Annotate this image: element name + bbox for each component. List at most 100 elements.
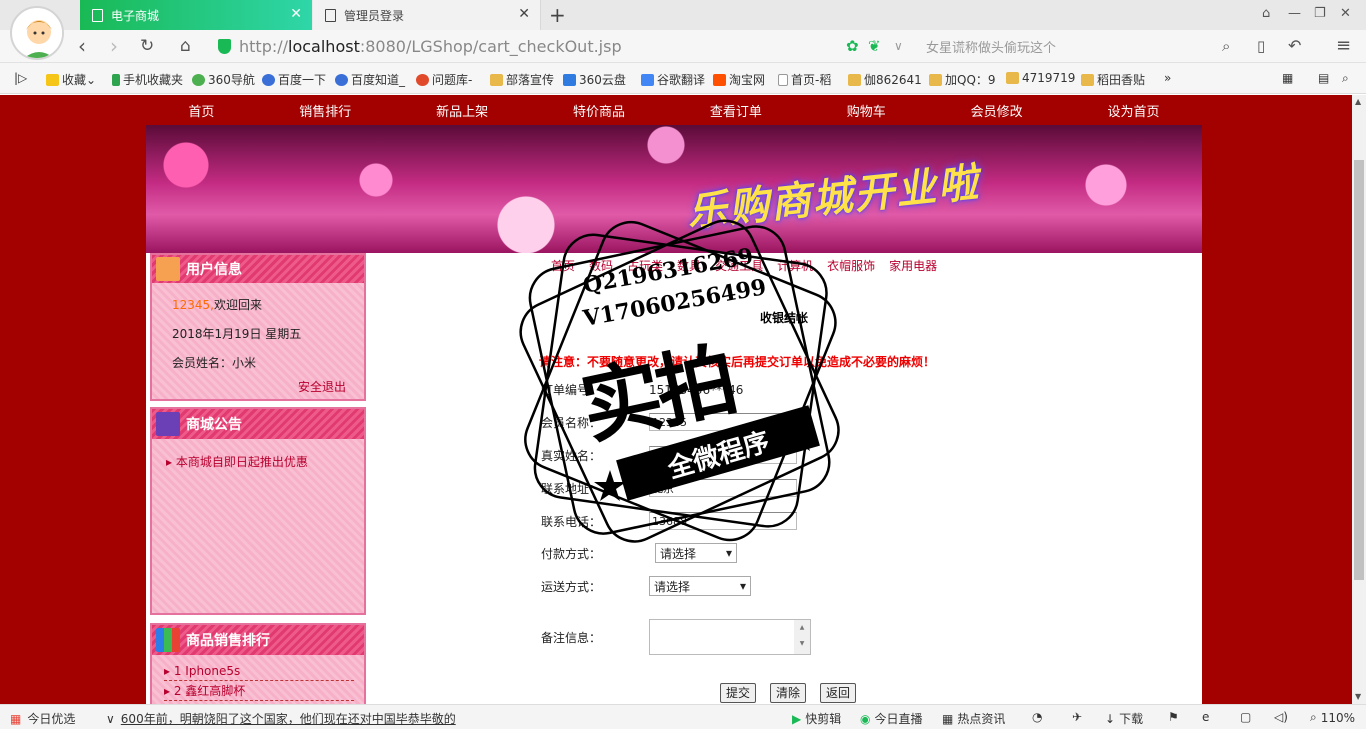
bookmark-folder-1[interactable]: 伽862641 — [848, 71, 922, 88]
sidebar: 用户信息 12345,欢迎回来 2018年1月19日 星期五 会员姓名：小米 安… — [146, 253, 371, 704]
logout-link[interactable]: 安全退出 — [152, 378, 364, 395]
more-bookmarks-icon[interactable]: » — [1164, 71, 1171, 85]
nav-sales-rank[interactable]: 销售排行 — [299, 101, 351, 120]
clear-button[interactable]: 清除 — [770, 683, 807, 703]
forward-icon[interactable]: › — [110, 33, 118, 59]
quick-edit[interactable]: ▶ 快剪辑 — [792, 710, 841, 727]
chevron-down-icon: ∨ — [106, 711, 115, 726]
news-headline[interactable]: ∨ 600年前，明朝饶阳了这个国家，他们现在还对中国毕恭毕敬的 — [106, 710, 456, 727]
scroll-up-icon[interactable]: ▲ — [1355, 97, 1361, 106]
search-input[interactable]: 女星谎称做头偷玩这个 — [916, 34, 1246, 59]
tab-admin-login[interactable]: 管理员登录 ✕ — [313, 0, 541, 30]
bookmark-folder-4[interactable]: 稻田香贴 — [1081, 71, 1145, 88]
notice-item[interactable]: ▸ 本商城自即日起推出优惠 — [152, 439, 364, 470]
minimize-icon[interactable]: — — [1288, 6, 1301, 21]
bookmark-360cloud[interactable]: 360云盘 — [563, 71, 626, 88]
bookmark-mobile[interactable]: 手机收藏夹 — [112, 71, 183, 88]
bookmark-question-bank[interactable]: 问题库- — [416, 71, 472, 88]
bookmark-baidu[interactable]: 百度一下 — [262, 71, 326, 88]
payment-select[interactable]: 请选择 ▾ — [655, 543, 737, 563]
volume-icon[interactable]: ◁) — [1274, 710, 1288, 724]
phone-field[interactable]: 13688 — [649, 512, 797, 530]
bookmark-homepage[interactable]: 首页-稻 — [778, 71, 831, 88]
chevron-down-icon: ▾ — [725, 546, 732, 560]
bookmark-folder-3[interactable]: 4719719 — [1006, 71, 1075, 85]
nav-new-arrivals[interactable]: 新品上架 — [436, 101, 488, 120]
scrollbar-thumb[interactable] — [1354, 160, 1364, 580]
pin-icon[interactable]: ✈ — [1072, 710, 1082, 724]
nav-edit-member[interactable]: 会员修改 — [971, 101, 1023, 120]
sidebar-toggle-icon[interactable]: |▷ — [14, 71, 27, 85]
apps-icon[interactable]: ▦ — [1282, 71, 1293, 85]
address-bar[interactable]: http://localhost:8080/LGShop/cart_checkO… — [218, 34, 898, 59]
nav-specials[interactable]: 特价商品 — [573, 101, 625, 120]
nav-set-homepage[interactable]: 设为首页 — [1108, 101, 1160, 120]
folder-icon — [929, 73, 942, 86]
flag-icon[interactable]: ⚑ — [1168, 710, 1179, 724]
undo-icon[interactable]: ↶ — [1288, 33, 1301, 59]
phone-row: 联系电话： 13688 — [541, 512, 797, 530]
accelerator-icon[interactable]: ✿ — [846, 33, 859, 59]
close-tab-icon[interactable]: ✕ — [290, 6, 302, 22]
phone-label: 联系电话： — [541, 514, 602, 529]
reader-icon[interactable]: ▤ — [1318, 71, 1329, 85]
zoom-tool-icon[interactable]: ⌕ — [1342, 71, 1349, 86]
home-icon[interactable]: ⌂ — [180, 33, 191, 59]
shirt-icon[interactable]: ⌂ — [1262, 6, 1270, 21]
today-picks[interactable]: ▦ 今日优选 — [10, 710, 75, 727]
shipping-label: 运送方式： — [541, 579, 602, 594]
category-clothing[interactable]: 衣帽服饰 — [827, 257, 875, 274]
rank-item[interactable]: ▸ 1 Iphone5s — [164, 661, 354, 681]
category-home[interactable]: 首页 — [551, 257, 575, 274]
status-bar: ▦ 今日优选 ∨ 600年前，明朝饶阳了这个国家，他们现在还对中国毕恭毕敬的 ▶ 快剪… — [0, 704, 1366, 729]
ie-icon[interactable]: e — [1202, 710, 1209, 724]
url-dropdown-icon[interactable]: ∨ — [894, 33, 903, 59]
bookmark-baidu-zhidao[interactable]: 百度知道_ — [335, 71, 405, 88]
close-tab-icon[interactable]: ✕ — [518, 6, 530, 22]
download-icon: ↓ — [1105, 711, 1116, 726]
nav-view-orders[interactable]: 查看订单 — [710, 101, 762, 120]
bookmark-360nav[interactable]: 360导航 — [192, 71, 255, 88]
rank-item[interactable]: ▸ 2 鑫红高脚杯 — [164, 681, 354, 701]
mobile-icon[interactable]: ▯ — [1257, 33, 1265, 59]
category-appliances[interactable]: 家用电器 — [889, 257, 937, 274]
shipping-select[interactable]: 请选择 ▾ — [649, 576, 751, 596]
bookmark-taobao[interactable]: 淘宝网 — [713, 71, 765, 88]
phone-icon — [112, 73, 120, 86]
back-button[interactable]: 返回 — [820, 683, 857, 703]
notice-box: 商城公告 ▸ 本商城自即日起推出优惠 — [150, 407, 366, 615]
page-scrollbar[interactable]: ▲ ▼ — [1352, 95, 1366, 704]
reload-icon[interactable]: ↻ — [140, 33, 154, 59]
new-tab-icon[interactable]: + — [549, 3, 566, 27]
category-computers[interactable]: 计算机 — [777, 257, 813, 274]
speed-icon[interactable]: ◔ — [1032, 710, 1042, 724]
user-id: 12345, — [172, 298, 214, 312]
bookmark-folder-2[interactable]: 加QQ：9 — [929, 71, 996, 88]
profile-avatar[interactable] — [10, 6, 64, 60]
remark-textarea[interactable]: ▲ ▼ — [649, 619, 811, 655]
user-icon — [156, 257, 180, 281]
nav-cart[interactable]: 购物车 — [847, 101, 886, 120]
bookmark-favorites[interactable]: 收藏 ⌄ — [46, 71, 96, 88]
payment-label: 付款方式： — [541, 546, 602, 561]
grid-icon: ▦ — [942, 711, 954, 726]
live-today[interactable]: ◉ 今日直播 — [860, 710, 923, 727]
bookmark-google-translate[interactable]: 谷歌翻译 — [641, 71, 705, 88]
download[interactable]: ↓ 下载 — [1105, 710, 1143, 727]
hot-news[interactable]: ▦ 热点资讯 — [942, 710, 1005, 727]
close-window-icon[interactable]: ✕ — [1340, 6, 1351, 21]
menu-icon[interactable]: ≡ — [1336, 33, 1351, 59]
submit-button[interactable]: 提交 — [720, 683, 757, 703]
nav-home[interactable]: 首页 — [188, 101, 214, 120]
zoom-level[interactable]: ⌕ 110% — [1310, 710, 1355, 725]
tab-electronic-mall[interactable]: 电子商城 ✕ — [80, 0, 312, 30]
window-icon[interactable]: ▢ — [1240, 710, 1251, 724]
bookmark-tribe[interactable]: 部落宣传 — [490, 71, 554, 88]
page-icon — [325, 8, 336, 22]
search-icon[interactable]: ⌕ — [1222, 33, 1230, 59]
scroll-down-icon[interactable]: ▼ — [1355, 692, 1361, 701]
back-icon[interactable]: ‹ — [78, 33, 86, 59]
leaf-icon[interactable]: ❦ — [868, 33, 881, 59]
restore-icon[interactable]: ❐ — [1314, 6, 1326, 21]
textarea-scrollbar[interactable]: ▲ ▼ — [794, 620, 810, 654]
